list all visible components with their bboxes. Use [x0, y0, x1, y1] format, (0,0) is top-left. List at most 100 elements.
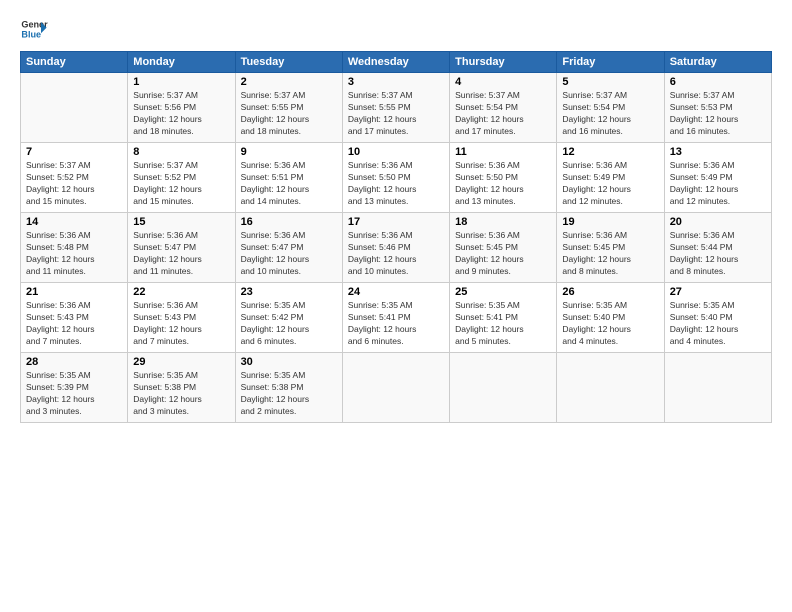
- day-number: 9: [241, 146, 337, 158]
- day-info: Sunrise: 5:35 AM Sunset: 5:41 PM Dayligh…: [455, 300, 551, 348]
- day-number: 22: [133, 286, 229, 298]
- header: General Blue: [20, 15, 772, 43]
- day-number: 30: [241, 356, 337, 368]
- day-number: 15: [133, 216, 229, 228]
- calendar-table: SundayMondayTuesdayWednesdayThursdayFrid…: [20, 51, 772, 423]
- calendar-cell: 8 Sunrise: 5:37 AM Sunset: 5:52 PM Daylig…: [128, 143, 235, 213]
- day-info: Sunrise: 5:36 AM Sunset: 5:46 PM Dayligh…: [348, 230, 444, 278]
- day-number: 4: [455, 76, 551, 88]
- day-number: 8: [133, 146, 229, 158]
- day-number: 11: [455, 146, 551, 158]
- calendar-cell: [21, 73, 128, 143]
- day-number: 27: [670, 286, 766, 298]
- calendar-cell: 1 Sunrise: 5:37 AM Sunset: 5:56 PM Daylig…: [128, 73, 235, 143]
- day-info: Sunrise: 5:35 AM Sunset: 5:40 PM Dayligh…: [670, 300, 766, 348]
- day-number: 19: [562, 216, 658, 228]
- calendar-cell: 22 Sunrise: 5:36 AM Sunset: 5:43 PM Dayli…: [128, 283, 235, 353]
- calendar-cell: 20 Sunrise: 5:36 AM Sunset: 5:44 PM Dayli…: [664, 213, 771, 283]
- day-number: 20: [670, 216, 766, 228]
- day-number: 25: [455, 286, 551, 298]
- svg-text:Blue: Blue: [21, 29, 41, 39]
- calendar-cell: [557, 353, 664, 423]
- day-info: Sunrise: 5:36 AM Sunset: 5:49 PM Dayligh…: [562, 160, 658, 208]
- calendar-cell: 28 Sunrise: 5:35 AM Sunset: 5:39 PM Dayli…: [21, 353, 128, 423]
- calendar-cell: 26 Sunrise: 5:35 AM Sunset: 5:40 PM Dayli…: [557, 283, 664, 353]
- day-number: 12: [562, 146, 658, 158]
- day-info: Sunrise: 5:37 AM Sunset: 5:54 PM Dayligh…: [562, 90, 658, 138]
- calendar-cell: 4Sunrise: 5:37 AM Sunset: 5:54 PM Daylig…: [450, 73, 557, 143]
- calendar-cell: 19 Sunrise: 5:36 AM Sunset: 5:45 PM Dayli…: [557, 213, 664, 283]
- calendar-cell: [664, 353, 771, 423]
- calendar-cell: 21 Sunrise: 5:36 AM Sunset: 5:43 PM Dayli…: [21, 283, 128, 353]
- day-info: Sunrise: 5:36 AM Sunset: 5:45 PM Dayligh…: [455, 230, 551, 278]
- day-info: Sunrise: 5:36 AM Sunset: 5:43 PM Dayligh…: [26, 300, 122, 348]
- calendar-cell: 6 Sunrise: 5:37 AM Sunset: 5:53 PM Daylig…: [664, 73, 771, 143]
- day-info: Sunrise: 5:35 AM Sunset: 5:41 PM Dayligh…: [348, 300, 444, 348]
- day-number: 16: [241, 216, 337, 228]
- day-number: 1: [133, 76, 229, 88]
- week-row-1: 1 Sunrise: 5:37 AM Sunset: 5:56 PM Daylig…: [21, 73, 772, 143]
- day-header-monday: Monday: [128, 52, 235, 73]
- day-info: Sunrise: 5:36 AM Sunset: 5:50 PM Dayligh…: [455, 160, 551, 208]
- day-info: Sunrise: 5:37 AM Sunset: 5:55 PM Dayligh…: [348, 90, 444, 138]
- day-number: 23: [241, 286, 337, 298]
- calendar-cell: 7 Sunrise: 5:37 AM Sunset: 5:52 PM Daylig…: [21, 143, 128, 213]
- day-info: Sunrise: 5:36 AM Sunset: 5:49 PM Dayligh…: [670, 160, 766, 208]
- day-number: 3: [348, 76, 444, 88]
- day-number: 17: [348, 216, 444, 228]
- day-number: 24: [348, 286, 444, 298]
- day-number: 10: [348, 146, 444, 158]
- calendar-cell: 30 Sunrise: 5:35 AM Sunset: 5:38 PM Dayli…: [235, 353, 342, 423]
- logo-icon: General Blue: [20, 15, 48, 43]
- day-info: Sunrise: 5:36 AM Sunset: 5:47 PM Dayligh…: [133, 230, 229, 278]
- calendar-cell: 23 Sunrise: 5:35 AM Sunset: 5:42 PM Dayli…: [235, 283, 342, 353]
- day-number: 6: [670, 76, 766, 88]
- day-header-saturday: Saturday: [664, 52, 771, 73]
- week-row-4: 21 Sunrise: 5:36 AM Sunset: 5:43 PM Dayli…: [21, 283, 772, 353]
- day-number: 29: [133, 356, 229, 368]
- calendar-cell: 17 Sunrise: 5:36 AM Sunset: 5:46 PM Dayli…: [342, 213, 449, 283]
- week-row-3: 14 Sunrise: 5:36 AM Sunset: 5:48 PM Dayli…: [21, 213, 772, 283]
- calendar-cell: 25 Sunrise: 5:35 AM Sunset: 5:41 PM Dayli…: [450, 283, 557, 353]
- calendar-cell: 12 Sunrise: 5:36 AM Sunset: 5:49 PM Dayli…: [557, 143, 664, 213]
- calendar-cell: 10 Sunrise: 5:36 AM Sunset: 5:50 PM Dayli…: [342, 143, 449, 213]
- calendar-cell: 18Sunrise: 5:36 AM Sunset: 5:45 PM Dayli…: [450, 213, 557, 283]
- day-info: Sunrise: 5:37 AM Sunset: 5:52 PM Dayligh…: [26, 160, 122, 208]
- calendar-cell: 5Sunrise: 5:37 AM Sunset: 5:54 PM Daylig…: [557, 73, 664, 143]
- day-info: Sunrise: 5:37 AM Sunset: 5:56 PM Dayligh…: [133, 90, 229, 138]
- day-info: Sunrise: 5:35 AM Sunset: 5:40 PM Dayligh…: [562, 300, 658, 348]
- day-info: Sunrise: 5:36 AM Sunset: 5:50 PM Dayligh…: [348, 160, 444, 208]
- day-info: Sunrise: 5:35 AM Sunset: 5:42 PM Dayligh…: [241, 300, 337, 348]
- day-info: Sunrise: 5:37 AM Sunset: 5:53 PM Dayligh…: [670, 90, 766, 138]
- calendar-cell: 29 Sunrise: 5:35 AM Sunset: 5:38 PM Dayli…: [128, 353, 235, 423]
- day-info: Sunrise: 5:36 AM Sunset: 5:45 PM Dayligh…: [562, 230, 658, 278]
- day-header-friday: Friday: [557, 52, 664, 73]
- day-info: Sunrise: 5:35 AM Sunset: 5:38 PM Dayligh…: [241, 370, 337, 418]
- calendar-cell: 2Sunrise: 5:37 AM Sunset: 5:55 PM Daylig…: [235, 73, 342, 143]
- day-number: 21: [26, 286, 122, 298]
- calendar-cell: 9 Sunrise: 5:36 AM Sunset: 5:51 PM Daylig…: [235, 143, 342, 213]
- calendar-cell: 14 Sunrise: 5:36 AM Sunset: 5:48 PM Dayli…: [21, 213, 128, 283]
- day-info: Sunrise: 5:36 AM Sunset: 5:44 PM Dayligh…: [670, 230, 766, 278]
- day-number: 14: [26, 216, 122, 228]
- day-info: Sunrise: 5:35 AM Sunset: 5:38 PM Dayligh…: [133, 370, 229, 418]
- day-info: Sunrise: 5:36 AM Sunset: 5:48 PM Dayligh…: [26, 230, 122, 278]
- week-row-5: 28 Sunrise: 5:35 AM Sunset: 5:39 PM Dayli…: [21, 353, 772, 423]
- day-header-wednesday: Wednesday: [342, 52, 449, 73]
- calendar-cell: 24 Sunrise: 5:35 AM Sunset: 5:41 PM Dayli…: [342, 283, 449, 353]
- calendar-cell: 15 Sunrise: 5:36 AM Sunset: 5:47 PM Dayli…: [128, 213, 235, 283]
- day-info: Sunrise: 5:36 AM Sunset: 5:51 PM Dayligh…: [241, 160, 337, 208]
- day-number: 28: [26, 356, 122, 368]
- day-number: 26: [562, 286, 658, 298]
- day-info: Sunrise: 5:37 AM Sunset: 5:52 PM Dayligh…: [133, 160, 229, 208]
- day-header-sunday: Sunday: [21, 52, 128, 73]
- day-number: 13: [670, 146, 766, 158]
- day-header-tuesday: Tuesday: [235, 52, 342, 73]
- day-number: 7: [26, 146, 122, 158]
- calendar-cell: 27 Sunrise: 5:35 AM Sunset: 5:40 PM Dayli…: [664, 283, 771, 353]
- calendar-cell: [450, 353, 557, 423]
- calendar-cell: 13 Sunrise: 5:36 AM Sunset: 5:49 PM Dayli…: [664, 143, 771, 213]
- calendar-cell: 3 Sunrise: 5:37 AM Sunset: 5:55 PM Daylig…: [342, 73, 449, 143]
- day-info: Sunrise: 5:36 AM Sunset: 5:43 PM Dayligh…: [133, 300, 229, 348]
- day-info: Sunrise: 5:35 AM Sunset: 5:39 PM Dayligh…: [26, 370, 122, 418]
